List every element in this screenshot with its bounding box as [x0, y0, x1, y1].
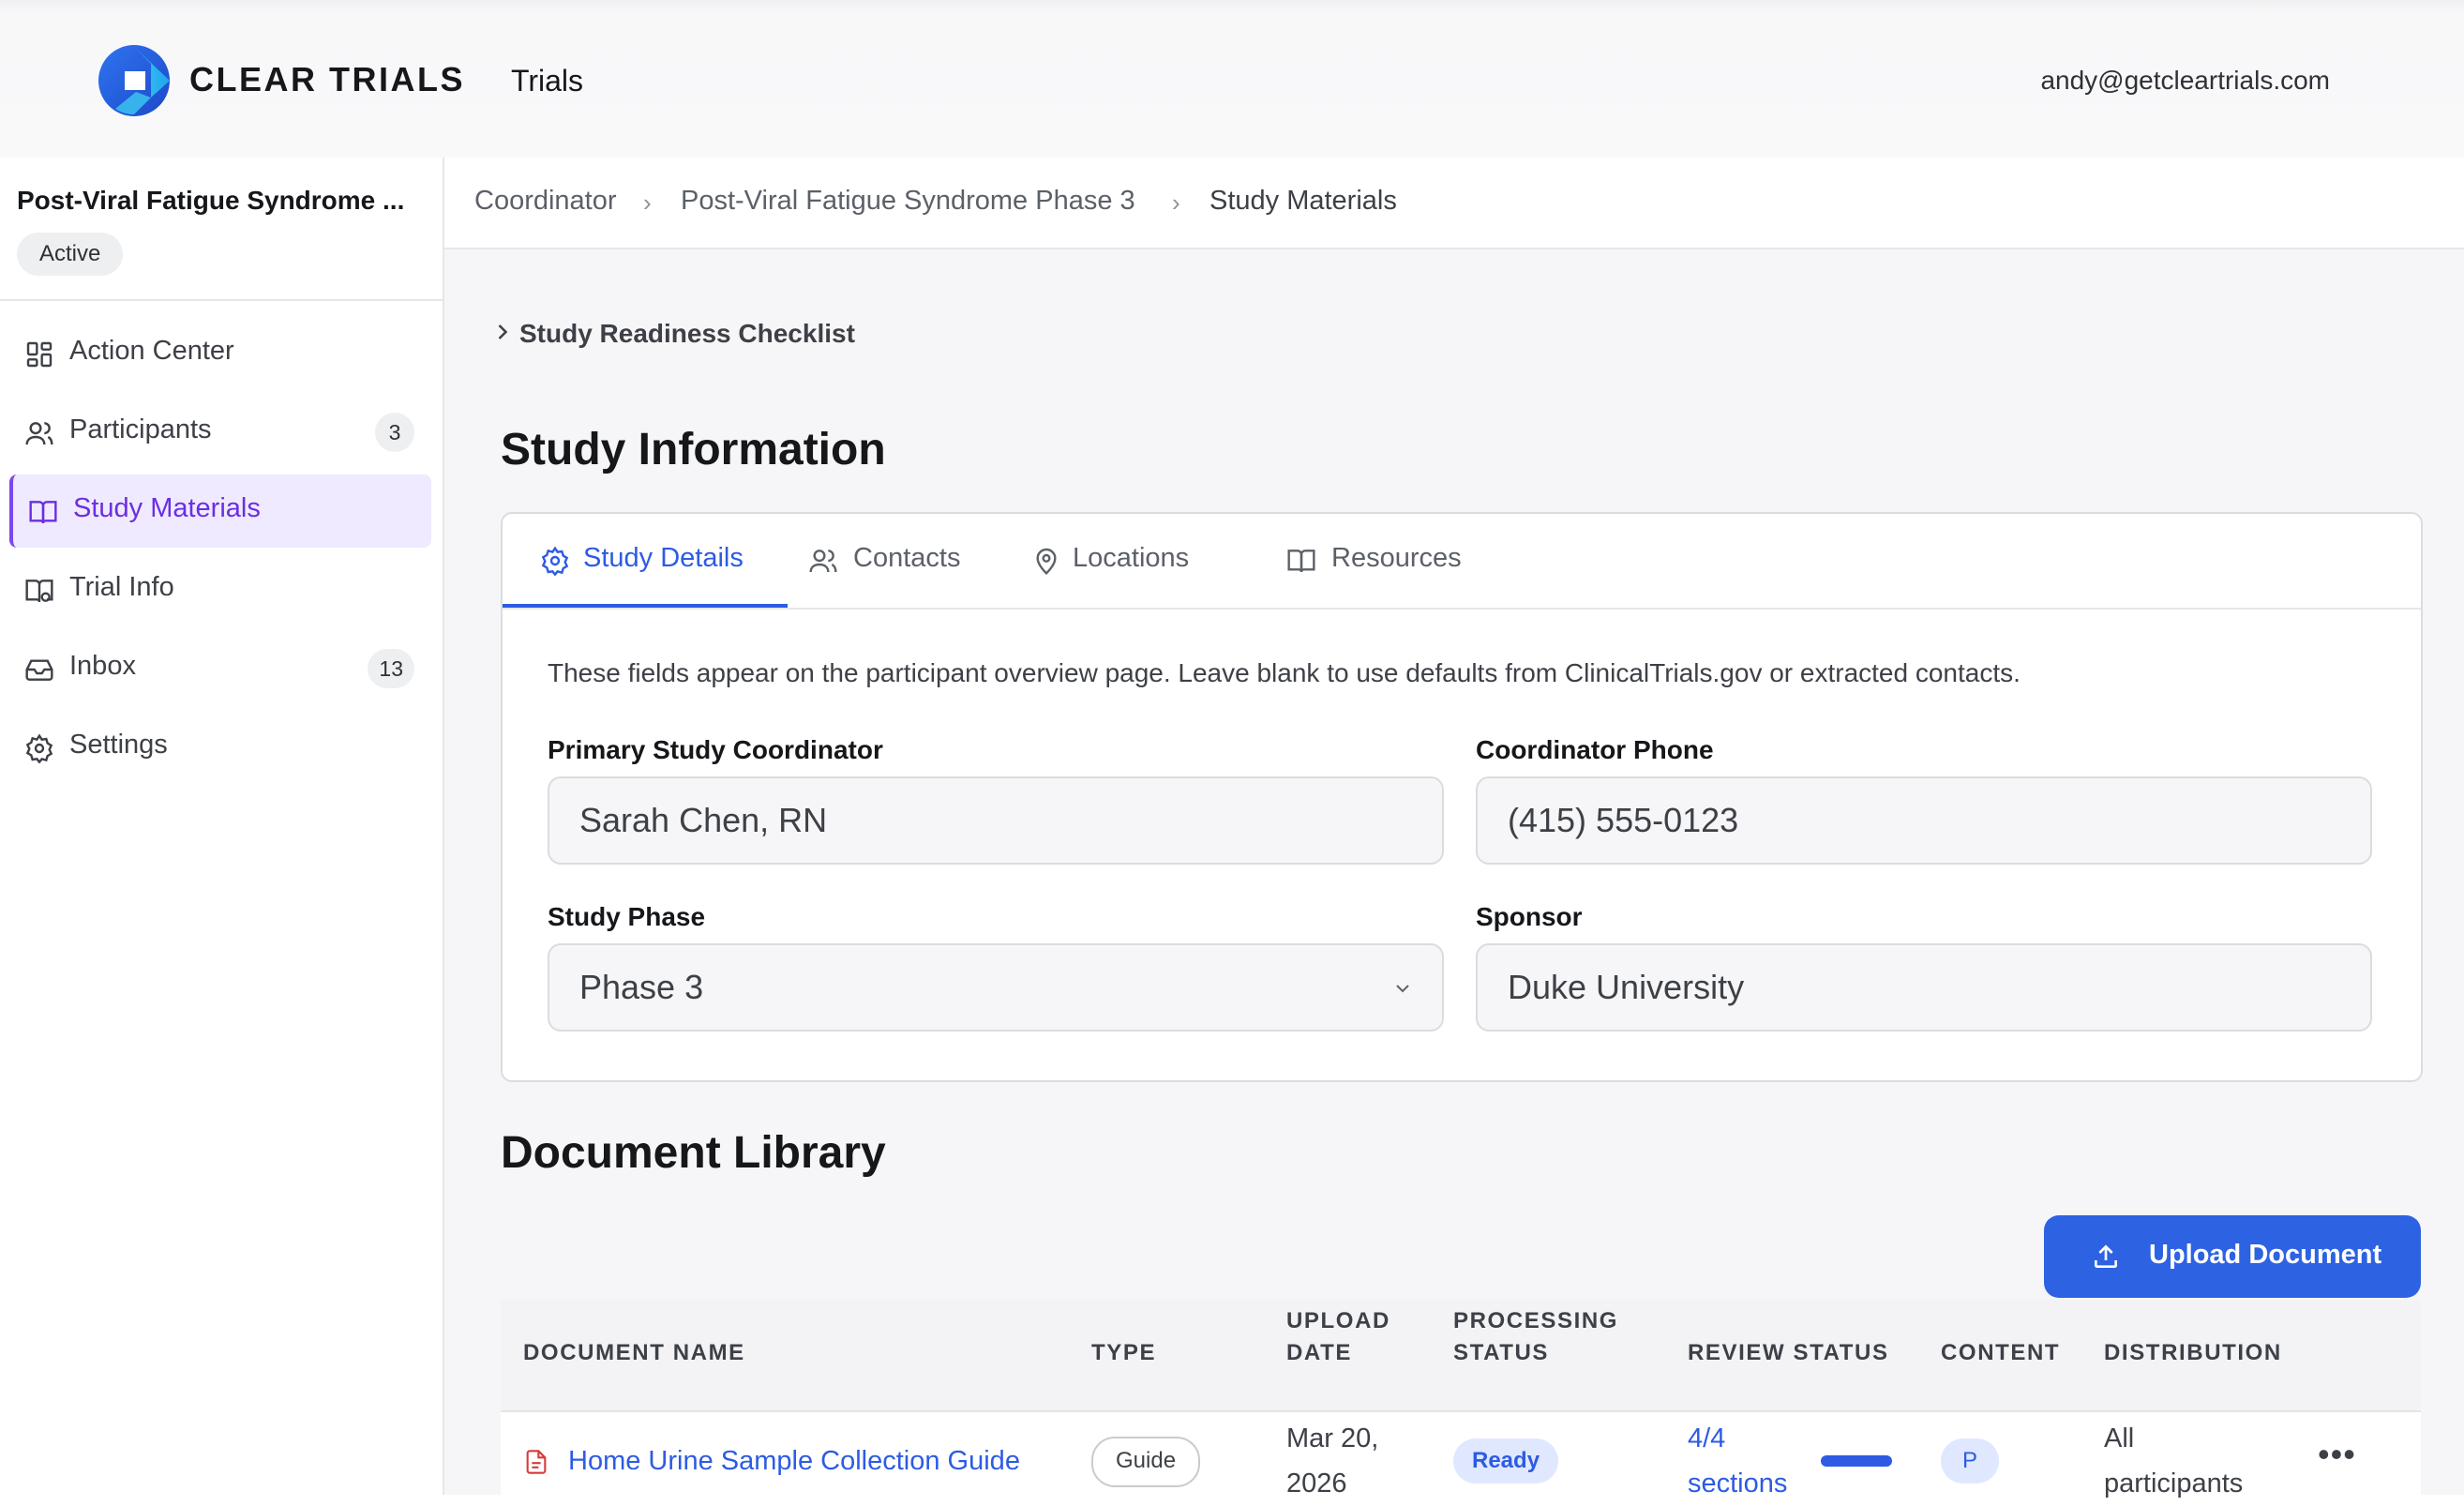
- sidebar-item-action-center[interactable]: Action Center: [9, 317, 428, 390]
- distribution-line: participants: [2104, 1468, 2244, 1498]
- chevron-right-icon[interactable]: [489, 319, 516, 345]
- column-header-processing-status[interactable]: PROCESSING STATUS: [1453, 1305, 1618, 1369]
- tab-locations[interactable]: Locations: [1018, 514, 1253, 608]
- coordinator-phone-input[interactable]: [1476, 776, 2372, 865]
- upload-icon: [2095, 1244, 2117, 1268]
- sidebar-item-label: Study Materials: [73, 493, 261, 523]
- nav-trials-link[interactable]: Trials: [511, 64, 583, 98]
- tab-label: Locations: [1073, 543, 1190, 573]
- column-header-line: STATUS: [1453, 1340, 1550, 1365]
- grid-icon: [26, 341, 53, 368]
- participants-count-badge: 3: [375, 413, 414, 452]
- column-header-content[interactable]: CONTENT: [1941, 1337, 2060, 1369]
- column-header-distribution[interactable]: DISTRIBUTION: [2104, 1337, 2282, 1369]
- map-pin-icon: [1036, 548, 1057, 575]
- gear-icon: [25, 733, 53, 763]
- coordinator-label: Primary Study Coordinator: [548, 735, 883, 764]
- review-status-line: sections: [1688, 1468, 1788, 1498]
- chevron-down-icon: [1396, 985, 1409, 993]
- content-badge: P: [1941, 1438, 1999, 1483]
- study-phase-select[interactable]: Phase 3: [548, 943, 1444, 1032]
- clear-trials-logo-icon[interactable]: [97, 43, 172, 118]
- row-actions-menu-icon[interactable]: •••: [2318, 1435, 2356, 1474]
- coordinator-input[interactable]: [548, 776, 1444, 865]
- tab-label: Resources: [1331, 543, 1462, 573]
- tab-resources[interactable]: Resources: [1253, 514, 1496, 608]
- sidebar: Post-Viral Fatigue Syndrome ... Active A…: [0, 158, 444, 1495]
- book-open-icon: [1287, 550, 1315, 573]
- column-header-line: UPLOAD: [1286, 1308, 1390, 1333]
- inbox-icon: [25, 659, 53, 681]
- breadcrumb-chevron-icon: ›: [1172, 188, 1180, 217]
- sidebar-item-label: Settings: [69, 730, 168, 760]
- column-header-line: PROCESSING: [1453, 1308, 1619, 1333]
- main-content: Study Readiness Checklist Study Informat…: [444, 249, 2464, 1506]
- breadcrumb: Coordinator › Post-Viral Fatigue Syndrom…: [444, 158, 2464, 249]
- upload-document-label: Upload Document: [2149, 1240, 2382, 1270]
- table-row[interactable]: Home Urine Sample Collection Guide Guide…: [501, 1412, 2421, 1506]
- document-type-badge: Guide: [1091, 1437, 1201, 1487]
- upload-date-line: Mar 20,: [1286, 1423, 1379, 1453]
- file-pdf-icon: [526, 1450, 547, 1474]
- study-name[interactable]: Post-Viral Fatigue Syndrome ...: [17, 186, 404, 216]
- sidebar-item-label: Participants: [69, 414, 212, 444]
- sidebar-item-label: Trial Info: [69, 572, 174, 602]
- breadcrumb-current: Study Materials: [1209, 186, 1397, 216]
- column-header-review-status[interactable]: REVIEW STATUS: [1688, 1337, 1889, 1369]
- column-header-document-name[interactable]: DOCUMENT NAME: [523, 1337, 745, 1369]
- users-icon: [809, 550, 837, 573]
- inbox-count-badge: 13: [368, 649, 414, 688]
- document-library-heading: Document Library: [501, 1128, 886, 1178]
- coordinator-phone-label: Coordinator Phone: [1476, 735, 1714, 764]
- review-status-link[interactable]: 4/4 sections: [1688, 1416, 1787, 1506]
- study-status-badge: Active: [17, 233, 124, 276]
- tab-contacts[interactable]: Contacts: [788, 514, 1018, 608]
- sidebar-item-label: Inbox: [69, 651, 136, 681]
- study-readiness-checklist-toggle[interactable]: Study Readiness Checklist: [519, 319, 855, 349]
- processing-status-badge: Ready: [1453, 1438, 1559, 1483]
- top-bar: CLEAR TRIALS Trials andy@getcleartrials.…: [0, 0, 2464, 158]
- sponsor-input[interactable]: [1476, 943, 2372, 1032]
- column-header-line: DATE: [1286, 1340, 1352, 1365]
- document-table-header: DOCUMENT NAME TYPE UPLOAD DATE PROCESSIN…: [501, 1300, 2421, 1412]
- study-details-description: These fields appear on the participant o…: [548, 658, 2021, 687]
- tab-label: Contacts: [853, 543, 961, 573]
- book-open-icon: [29, 501, 57, 524]
- gear-icon: [541, 546, 569, 576]
- column-header-type[interactable]: TYPE: [1091, 1337, 1156, 1369]
- sidebar-item-study-materials[interactable]: Study Materials: [9, 474, 431, 548]
- sponsor-label: Sponsor: [1476, 902, 1583, 931]
- column-header-upload-date[interactable]: UPLOAD DATE: [1286, 1305, 1390, 1369]
- tab-label: Study Details: [583, 543, 744, 573]
- breadcrumb-coordinator[interactable]: Coordinator: [474, 186, 617, 217]
- distribution-line: All: [2104, 1423, 2135, 1453]
- study-phase-value: Phase 3: [579, 968, 704, 1006]
- review-status-line: 4/4: [1688, 1423, 1726, 1453]
- document-name-link[interactable]: Home Urine Sample Collection Guide: [568, 1438, 1020, 1483]
- sidebar-item-settings[interactable]: Settings: [9, 711, 428, 784]
- study-info-tabs: Study Details Contacts Locations Resourc…: [503, 514, 2421, 610]
- review-progress-bar: [1821, 1455, 1892, 1467]
- sidebar-divider: [0, 299, 443, 301]
- sidebar-item-label: Action Center: [69, 336, 234, 366]
- tab-study-details[interactable]: Study Details: [503, 514, 788, 608]
- book-info-icon: [25, 580, 53, 603]
- study-information-card: Study Details Contacts Locations Resourc…: [501, 512, 2423, 1082]
- user-email[interactable]: andy@getcleartrials.com: [2040, 66, 2330, 96]
- brand-name[interactable]: CLEAR TRIALS: [189, 60, 465, 99]
- breadcrumb-study[interactable]: Post-Viral Fatigue Syndrome Phase 3: [681, 186, 1135, 217]
- upload-date: Mar 20, 2026: [1286, 1416, 1378, 1506]
- study-phase-label: Study Phase: [548, 902, 706, 931]
- sidebar-item-participants[interactable]: Participants 3: [9, 396, 428, 469]
- distribution-text: All participants: [2104, 1416, 2243, 1506]
- sidebar-item-trial-info[interactable]: Trial Info: [9, 553, 428, 626]
- users-icon: [25, 422, 53, 445]
- sidebar-item-inbox[interactable]: Inbox 13: [9, 632, 428, 705]
- upload-document-button[interactable]: Upload Document: [2044, 1215, 2421, 1298]
- study-information-heading: Study Information: [501, 425, 886, 474]
- breadcrumb-chevron-icon: ›: [643, 188, 652, 217]
- upload-date-line: 2026: [1286, 1468, 1347, 1498]
